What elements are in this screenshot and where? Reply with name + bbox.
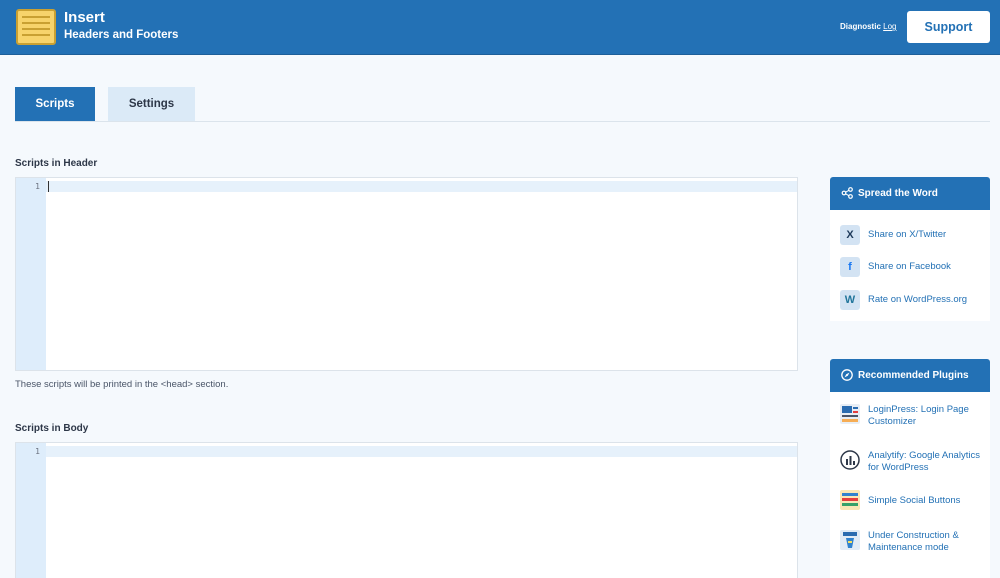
plugin-logo-icon [16,9,56,45]
line-number: 1 [35,182,40,191]
recommended-plugins-panel: LoginPress: Login Page Customizer Analyt… [830,392,990,578]
plugin-under-construction-link[interactable]: Under Construction & Maintenance mode [840,530,984,556]
active-line-highlight [46,446,797,457]
plugin-social-buttons-label: Simple Social Buttons [868,495,961,506]
plugin-loginpress-link[interactable]: LoginPress: Login Page Customizer [840,404,984,430]
share-twitter-link[interactable]: X Share on X/Twitter [840,225,984,245]
analytify-icon [840,450,860,470]
tab-settings[interactable]: Settings [108,87,195,121]
social-buttons-icon [840,490,860,510]
header-scripts-hint: These scripts will be printed in the <he… [15,379,229,390]
plugin-analytify-link[interactable]: Analytify: Google Analytics for WordPres… [840,450,984,476]
diagnostic-label: Diagnostic [840,22,881,31]
line-gutter: 1 [16,178,46,370]
wordpress-icon: W [840,290,860,310]
active-line-highlight [46,181,797,192]
recommended-plugins-header: Recommended Plugins [830,359,990,392]
plugin-social-buttons-link[interactable]: Simple Social Buttons [840,490,984,514]
plugin-under-construction-label: Under Construction & Maintenance mode [868,530,959,553]
x-twitter-icon: X [840,225,860,245]
rate-wordpress-label: Rate on WordPress.org [868,294,968,305]
rate-wordpress-link[interactable]: W Rate on WordPress.org [840,290,984,310]
spread-word-panel: X Share on X/Twitter f Share on Facebook… [830,210,990,321]
share-twitter-label: Share on X/Twitter [868,229,947,240]
line-number: 1 [35,447,40,456]
under-construction-icon [840,530,860,550]
header-scripts-editor[interactable]: 1 [15,177,798,371]
share-facebook-link[interactable]: f Share on Facebook [840,257,984,277]
tab-scripts[interactable]: Scripts [15,87,95,121]
log-link[interactable]: Log [883,22,896,31]
support-button[interactable]: Support [907,11,990,43]
plugin-analytify-label: Analytify: Google Analytics for WordPres… [868,450,980,473]
share-facebook-label: Share on Facebook [868,261,951,272]
line-gutter: 1 [16,443,46,578]
spread-word-title: Spread the Word [858,188,938,199]
tab-divider [15,121,990,122]
top-bar: Insert Headers and Footers Diagnostic Lo… [0,0,1000,55]
app-subtitle: Headers and Footers [64,29,179,41]
text-cursor [48,181,49,192]
spread-word-header: Spread the Word [830,177,990,210]
share-icon [841,187,853,199]
diagnostic-log-link[interactable]: Diagnostic Log [840,22,897,31]
app-title: Insert [64,9,105,26]
compass-icon [841,369,853,381]
body-scripts-editor[interactable]: 1 [15,442,798,578]
header-scripts-label: Scripts in Header [15,158,98,169]
body-scripts-label: Scripts in Body [15,423,89,434]
facebook-icon: f [840,257,860,277]
recommended-plugins-title: Recommended Plugins [858,370,969,381]
loginpress-icon [840,404,860,424]
plugin-loginpress-label: LoginPress: Login Page Customizer [868,404,969,427]
